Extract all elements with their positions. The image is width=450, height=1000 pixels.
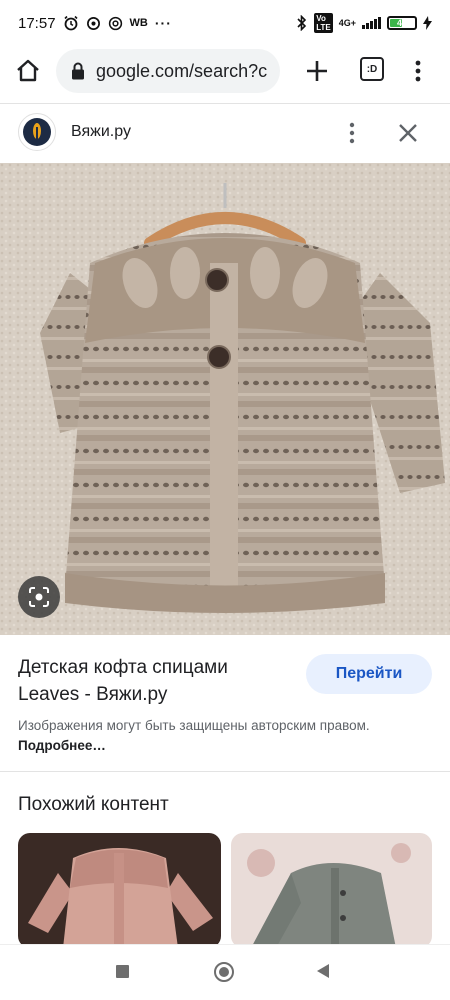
lock-icon[interactable]: [68, 61, 88, 81]
visit-button[interactable]: Перейти: [306, 654, 432, 694]
copyright-text: Изображения могут быть защищены авторски…: [18, 718, 370, 733]
recents-icon[interactable]: [116, 965, 129, 978]
grey-cardigan-photo: [231, 833, 432, 948]
at-icon: [108, 16, 122, 30]
pink-cardigan-photo: [18, 833, 221, 948]
carrier-tag: WB: [129, 17, 148, 29]
status-time: 17:57: [18, 14, 56, 32]
status-right: Vo LTE 4G+ 46: [296, 13, 432, 33]
copyright-notice: Изображения могут быть защищены авторски…: [18, 716, 438, 756]
site-favicon[interactable]: [18, 113, 56, 151]
source-name[interactable]: Вяжи.ру: [71, 123, 131, 141]
alarm-icon: [63, 15, 78, 31]
result-title[interactable]: Детская кофта спицами Leaves - Вяжи.ру: [18, 654, 288, 708]
site-logo-icon: [23, 118, 51, 146]
similar-thumbnail[interactable]: [18, 833, 221, 948]
tabs-count: :D: [366, 63, 378, 75]
learn-more-link[interactable]: Подробнее…: [18, 738, 106, 753]
home-icon[interactable]: [15, 58, 41, 84]
similar-thumbnail[interactable]: [231, 833, 432, 948]
lens-icon: [29, 587, 49, 607]
more-notifications-icon: ···: [154, 15, 172, 31]
tabs-button[interactable]: :D: [360, 57, 384, 81]
sync-icon: [86, 16, 100, 30]
cardigan-photo: [0, 163, 450, 635]
status-bar: 17:57 WB ··· Vo LTE 4G+ 46: [0, 0, 450, 46]
home-nav-icon[interactable]: [214, 962, 234, 982]
url-text[interactable]: google.com/search?c: [96, 61, 267, 82]
status-left: 17:57 WB ···: [18, 15, 172, 32]
divider: [0, 771, 450, 772]
system-nav-bar: [0, 944, 450, 1000]
main-image-knitted-cardigan[interactable]: [0, 163, 450, 635]
signal-icon: [362, 17, 381, 29]
url-bar[interactable]: google.com/search?c: [56, 49, 280, 93]
source-row: Вяжи.ру: [0, 104, 450, 162]
more-vert-icon[interactable]: [342, 121, 362, 145]
bluetooth-icon: [297, 15, 307, 31]
browser-toolbar: google.com/search?c :D: [0, 46, 450, 102]
volte-icon: Vo LTE: [314, 13, 333, 33]
similar-content-heading: Похожий контент: [18, 794, 169, 815]
battery-icon: 46: [387, 16, 417, 30]
battery-level: 46: [396, 18, 407, 28]
close-icon[interactable]: [397, 122, 419, 144]
back-icon[interactable]: [317, 964, 329, 978]
lens-button[interactable]: [18, 576, 60, 618]
image-preview-panel: Вяжи.ру Детская кофта спицами Leaves - В…: [0, 103, 450, 1000]
charging-icon: [423, 16, 432, 30]
network-type: 4G+: [338, 18, 356, 28]
plus-icon[interactable]: [304, 58, 330, 84]
more-vert-icon[interactable]: [408, 58, 428, 84]
